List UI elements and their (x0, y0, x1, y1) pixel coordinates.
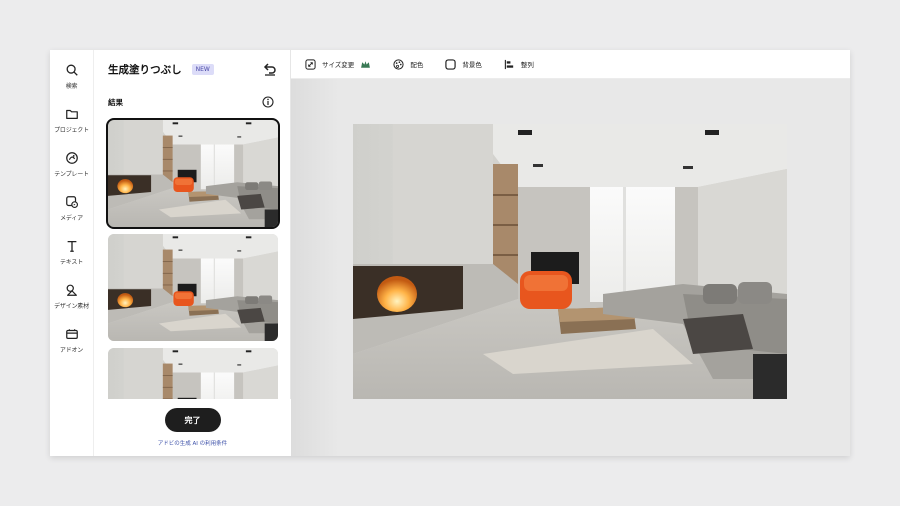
background-color-icon (445, 58, 456, 70)
done-button[interactable]: 完了 (164, 408, 221, 432)
tool-label: 整列 (520, 61, 534, 69)
result-thumbnail[interactable] (106, 118, 280, 229)
generative-fill-panel: 生成塗りつぶし NEW 結果 完了 アドビの生成 AI の利用条件 (94, 50, 291, 456)
result-image (108, 234, 278, 341)
color-scheme-tool[interactable]: 配色 (393, 58, 424, 70)
rail-item-text[interactable]: テキスト (50, 238, 94, 282)
panel-footer: 完了 アドビの生成 AI の利用条件 (94, 399, 291, 456)
panel-header: 生成塗りつぶし NEW (94, 50, 290, 88)
results-section-header: 結果 (94, 88, 290, 116)
info-icon[interactable] (262, 96, 274, 108)
rail-label: アドオン (59, 347, 84, 354)
align-tool[interactable]: 整列 (504, 59, 534, 70)
media-icon (65, 196, 78, 208)
living-room-image (353, 124, 787, 399)
result-image (108, 120, 278, 227)
palette-icon (393, 58, 404, 70)
left-rail: 検索 プロジェクト テンプレート メディア テキスト デザイン素材 アドオン (50, 50, 94, 456)
tool-label: 背景色 (462, 61, 482, 69)
text-icon (67, 240, 76, 252)
resize-tool[interactable]: サイズ変更 (305, 58, 371, 70)
premium-crown-icon (361, 60, 371, 68)
rail-item-templates[interactable]: テンプレート (50, 150, 94, 194)
rail-label: テンプレート (54, 171, 89, 178)
rail-item-media[interactable]: メディア (50, 194, 94, 238)
top-toolbar: サイズ変更 配色 背景色 整列 (291, 50, 850, 79)
panel-shadow (291, 79, 339, 456)
results-label: 結果 (108, 97, 123, 107)
rail-label: テキスト (59, 259, 84, 266)
terms-link[interactable]: アドビの生成 AI の利用条件 (158, 439, 227, 447)
undo-icon[interactable] (262, 61, 278, 77)
canvas-area[interactable] (291, 79, 850, 456)
new-badge: NEW (191, 63, 214, 75)
tool-label: サイズ変更 (322, 61, 355, 69)
result-thumbnail[interactable] (108, 234, 278, 341)
rail-item-design-assets[interactable]: デザイン素材 (50, 282, 94, 326)
rail-label: デザイン素材 (54, 303, 89, 310)
align-icon (504, 59, 513, 69)
rail-label: 検索 (65, 83, 78, 90)
search-icon (66, 64, 78, 76)
resize-icon (305, 58, 316, 70)
tool-label: 配色 (410, 61, 424, 69)
app-window: 検索 プロジェクト テンプレート メディア テキスト デザイン素材 アドオン 生… (50, 50, 850, 456)
panel-title: 生成塗りつぶし (108, 63, 182, 76)
rail-label: メディア (60, 215, 83, 222)
rail-label: プロジェクト (54, 127, 89, 134)
background-color-tool[interactable]: 背景色 (445, 58, 482, 70)
rail-item-projects[interactable]: プロジェクト (50, 106, 94, 150)
template-icon (65, 152, 78, 164)
addon-icon (65, 329, 78, 339)
shapes-icon (66, 284, 77, 296)
canvas-image[interactable] (353, 124, 787, 399)
rail-item-search[interactable]: 検索 (50, 62, 94, 106)
main-area: サイズ変更 配色 背景色 整列 (291, 50, 850, 456)
rail-item-addons[interactable]: アドオン (50, 326, 94, 370)
folder-icon (65, 109, 78, 119)
